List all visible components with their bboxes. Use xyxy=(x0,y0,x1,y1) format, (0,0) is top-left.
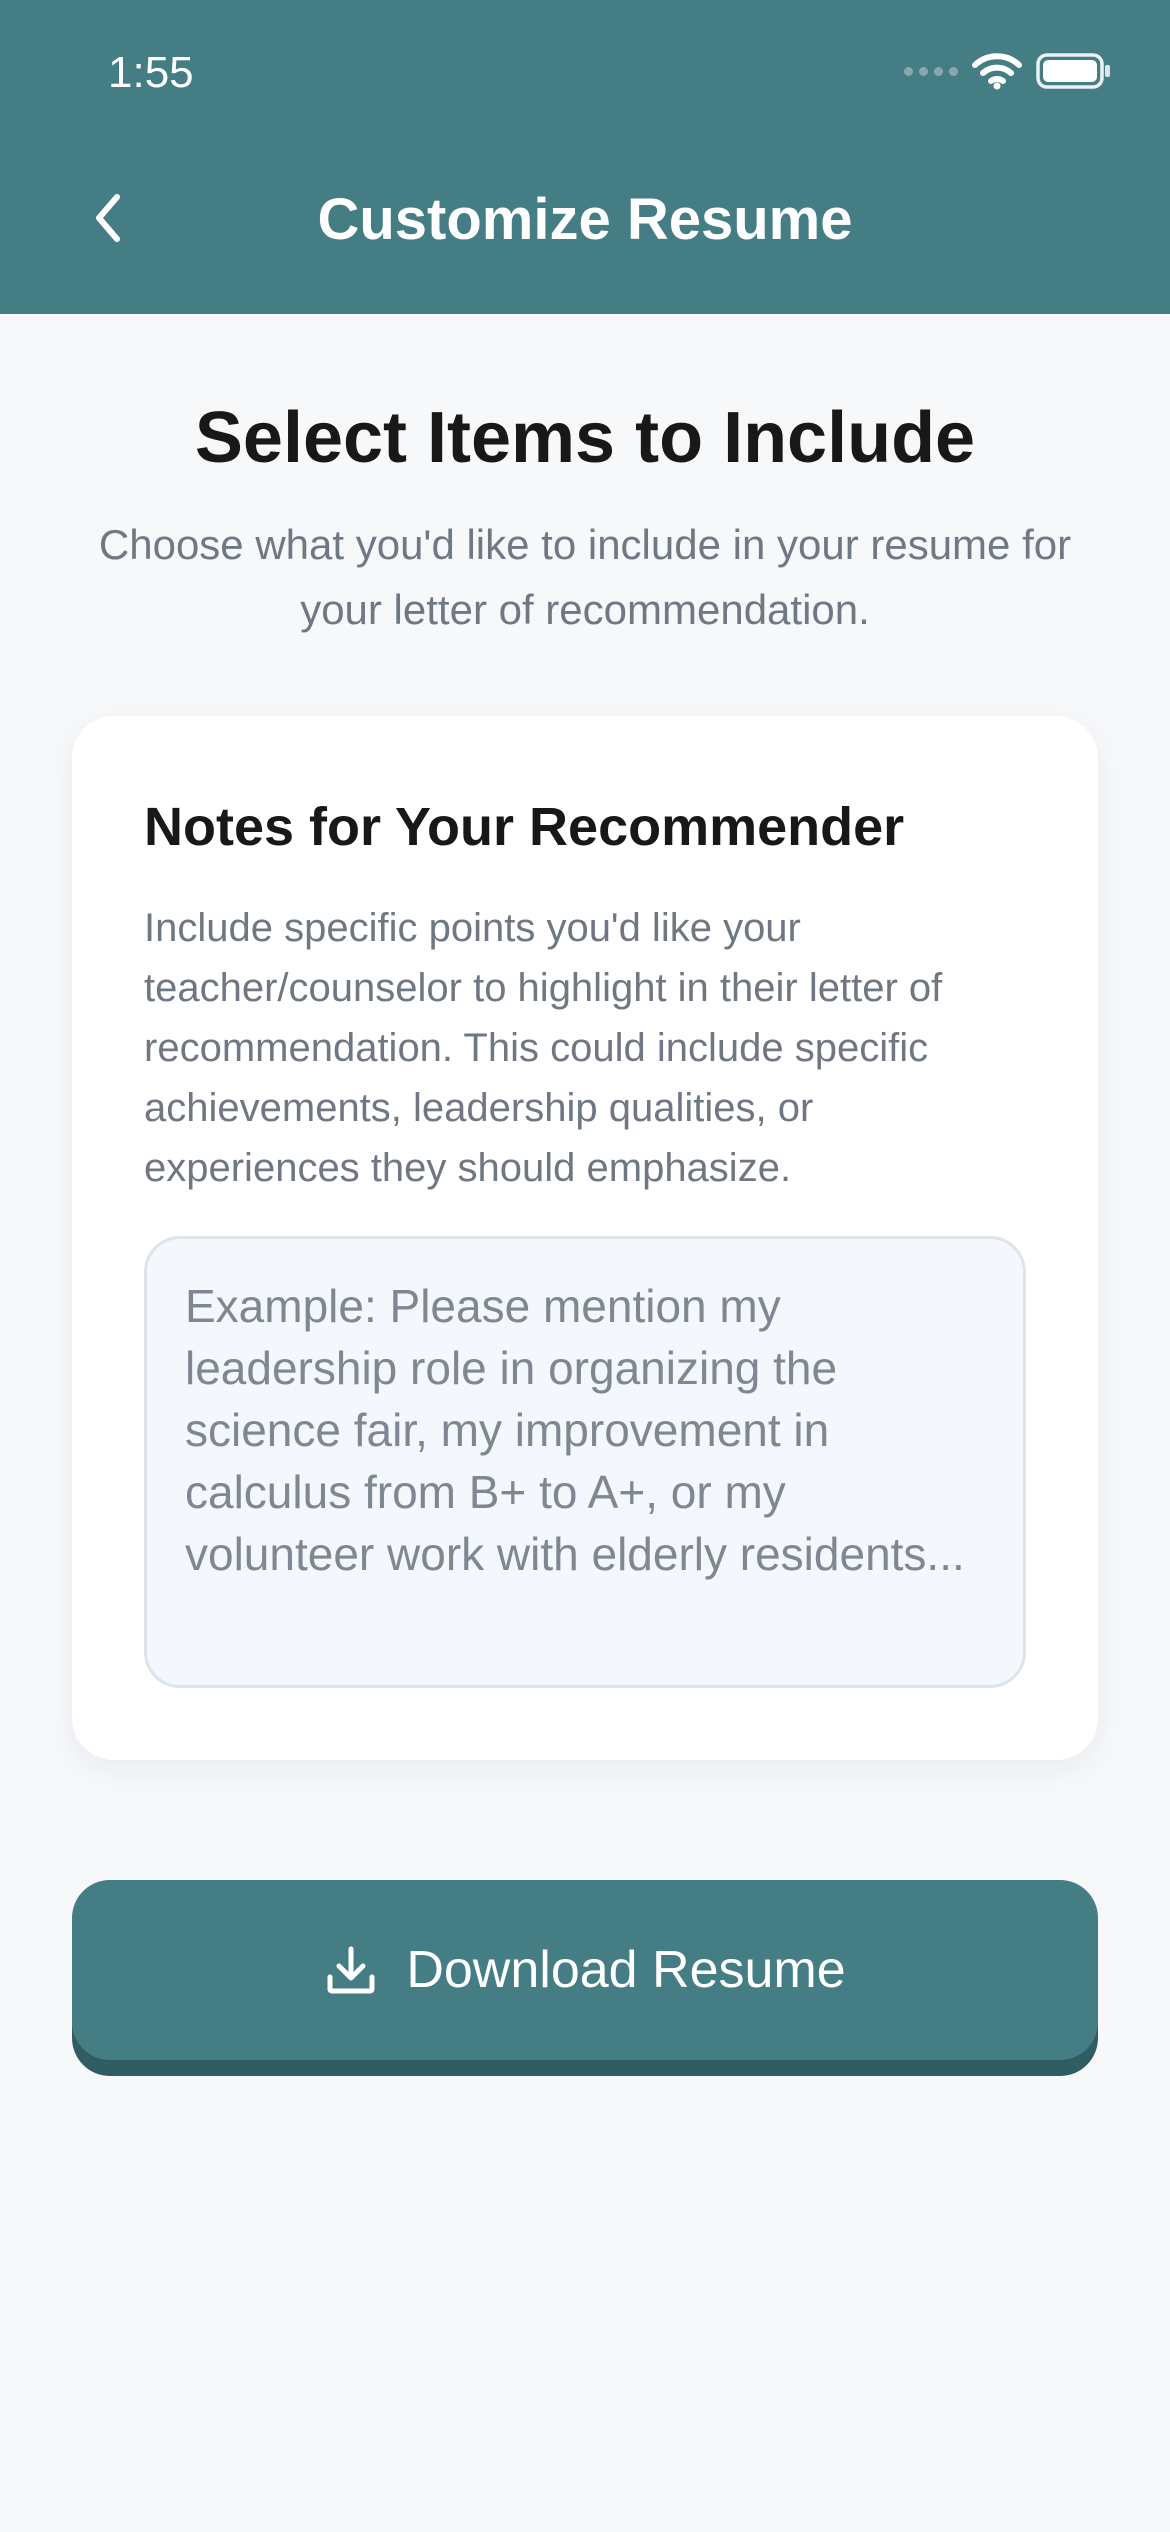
notes-input-container xyxy=(144,1236,1026,1688)
wifi-icon xyxy=(972,53,1022,90)
download-resume-label: Download Resume xyxy=(406,1941,846,1999)
section-subheading: Choose what you'd like to include in you… xyxy=(98,521,1072,633)
notes-card-title: Notes for Your Recommender xyxy=(144,797,905,857)
recommender-notes-input[interactable] xyxy=(185,1275,985,1649)
battery-icon xyxy=(1036,53,1110,89)
download-resume-button[interactable]: Download Resume xyxy=(72,1880,1098,2060)
notes-card: Notes for Your Recommender Include speci… xyxy=(72,716,1098,1760)
page-title: Customize Resume xyxy=(317,187,853,252)
app-header: 1:55 Customize Resume xyxy=(0,0,1170,314)
status-time: 1:55 xyxy=(108,48,194,97)
status-icons xyxy=(904,52,1112,90)
section-heading: Select Items to Include xyxy=(194,398,976,478)
download-icon xyxy=(327,1946,375,1994)
signal-dots-icon xyxy=(904,66,958,76)
notes-card-description: Include specific points you'd like your … xyxy=(144,906,943,1190)
